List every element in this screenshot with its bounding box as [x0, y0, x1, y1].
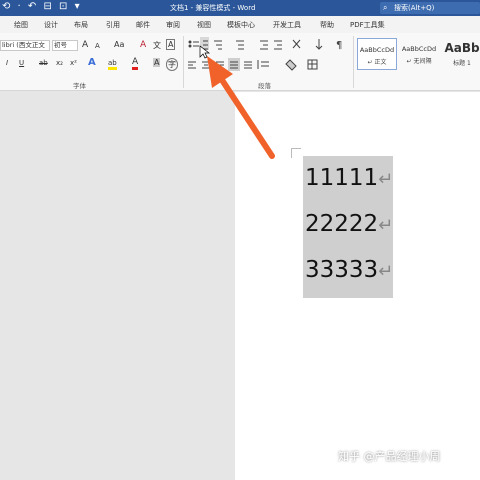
watermark: 知乎 @产品经理小周: [338, 450, 441, 463]
cursor-icon: [199, 45, 211, 59]
annotation-arrow: [199, 45, 275, 159]
